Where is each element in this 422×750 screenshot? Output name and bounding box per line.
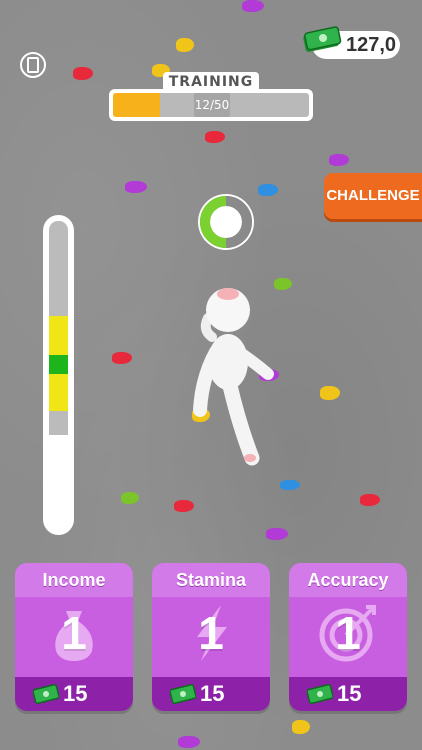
training-progress-fill bbox=[113, 93, 161, 117]
upgrade-cost-bar: 15 bbox=[15, 677, 133, 711]
card-title: Accuracy bbox=[289, 563, 407, 597]
power-meter bbox=[43, 215, 74, 535]
cash-icon bbox=[33, 684, 59, 704]
upgrade-cost: 15 bbox=[337, 681, 362, 706]
phone-icon bbox=[27, 57, 39, 73]
cash-icon bbox=[303, 26, 342, 52]
climber-character bbox=[193, 288, 274, 466]
meter-green-zone bbox=[49, 355, 68, 374]
upgrade-cost-bar: 15 bbox=[289, 677, 407, 711]
challenge-button[interactable]: CHALLENGE bbox=[324, 173, 422, 219]
money-amount: 127,0 bbox=[346, 34, 397, 56]
card-level: 1 bbox=[198, 607, 224, 659]
card-level: 1 bbox=[335, 607, 361, 659]
card-title: Income bbox=[15, 563, 133, 597]
vibration-toggle-button[interactable] bbox=[20, 52, 46, 78]
cash-icon bbox=[170, 684, 196, 704]
training-count: 12/50 bbox=[194, 93, 230, 117]
stamina-ring bbox=[198, 194, 254, 250]
card-title: Stamina bbox=[152, 563, 270, 597]
stamina-upgrade-card[interactable]: Stamina 1 15 bbox=[152, 563, 270, 711]
upgrade-cost: 15 bbox=[200, 681, 225, 706]
training-progress-bar: 12/50 bbox=[109, 89, 313, 121]
upgrade-cost: 15 bbox=[63, 681, 88, 706]
upgrade-cost-bar: 15 bbox=[152, 677, 270, 711]
income-upgrade-card[interactable]: Income 1 15 bbox=[15, 563, 133, 711]
accuracy-upgrade-card[interactable]: Accuracy 1 15 bbox=[289, 563, 407, 711]
card-level: 1 bbox=[61, 607, 87, 659]
cash-icon bbox=[307, 684, 333, 704]
